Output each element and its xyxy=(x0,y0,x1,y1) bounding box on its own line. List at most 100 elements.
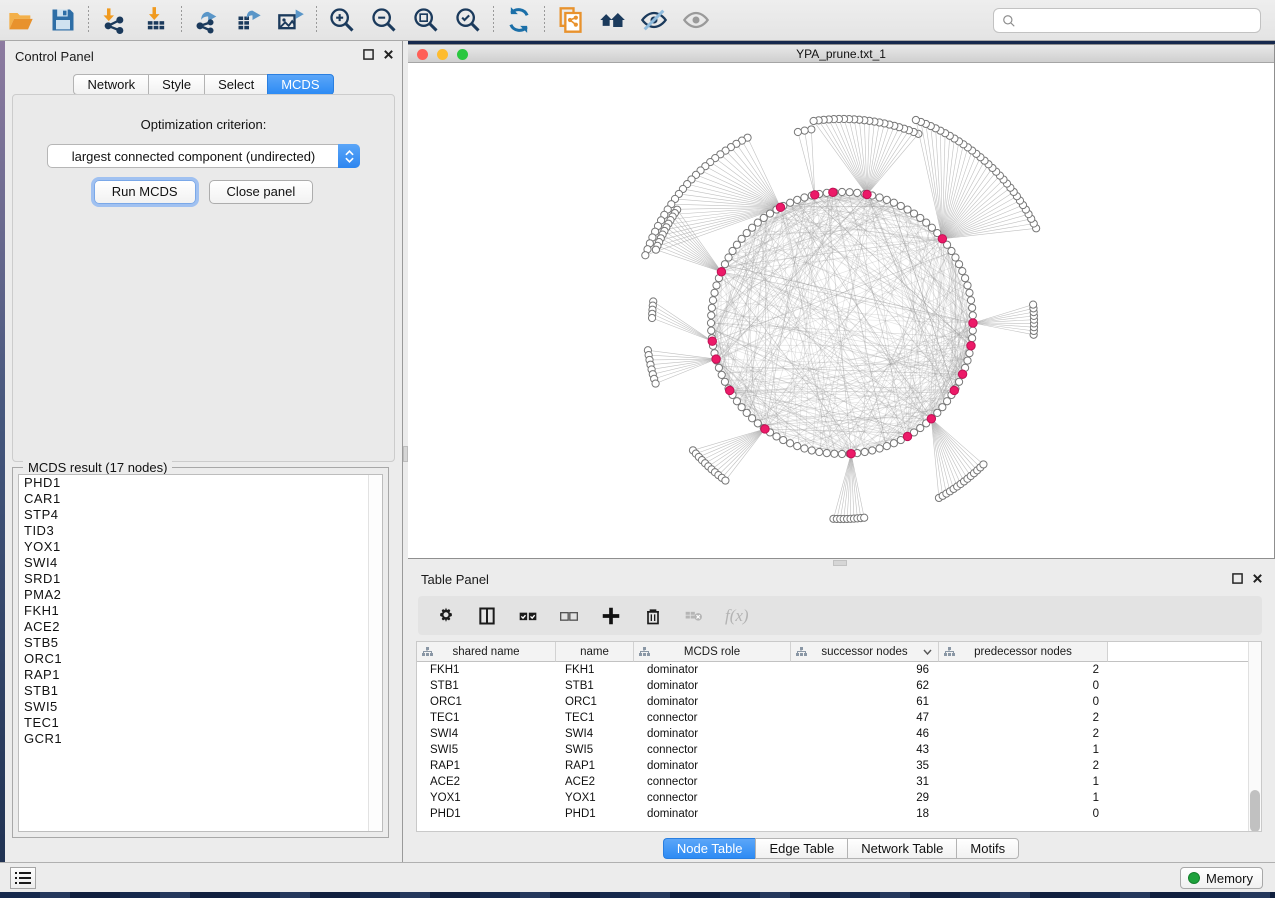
table-scrollbar[interactable] xyxy=(1248,642,1261,831)
splitter-grip[interactable] xyxy=(833,560,847,566)
table-scrollbar-thumb[interactable] xyxy=(1250,790,1260,832)
mcds-result-item[interactable]: TID3 xyxy=(19,523,382,539)
table-cell: FKH1 xyxy=(417,662,556,678)
delete-row-icon[interactable] xyxy=(643,606,663,626)
import-network-button[interactable] xyxy=(93,3,135,37)
task-history-button[interactable] xyxy=(10,867,36,889)
tab-network-table[interactable]: Network Table xyxy=(847,838,956,859)
dropdown-stepper-icon xyxy=(338,144,360,168)
close-window-icon[interactable] xyxy=(417,49,428,60)
zoom-out-button[interactable] xyxy=(363,3,405,37)
mcds-result-item[interactable]: SWI4 xyxy=(19,555,382,571)
mcds-result-item[interactable]: RAP1 xyxy=(19,667,382,683)
criterion-value: largest connected component (undirected) xyxy=(48,149,359,164)
save-button[interactable] xyxy=(42,3,84,37)
table-row[interactable]: TEC1TEC1connector472 xyxy=(417,710,1261,726)
table-cell xyxy=(1108,806,1261,822)
column-header-predecessor-nodes[interactable]: predecessor nodes xyxy=(939,642,1108,662)
criterion-dropdown[interactable]: largest connected component (undirected) xyxy=(47,144,360,168)
column-header-shared-name[interactable]: shared name xyxy=(417,642,556,662)
export-table-button[interactable] xyxy=(228,3,270,37)
homes-icon xyxy=(598,6,626,34)
export-image-button[interactable] xyxy=(270,3,312,37)
table-row[interactable]: ACE2ACE2connector311 xyxy=(417,774,1261,790)
columns-icon[interactable] xyxy=(477,606,497,626)
mcds-list-scrollbar[interactable] xyxy=(368,475,382,831)
table-row[interactable]: SWI5SWI5connector431 xyxy=(417,742,1261,758)
toolbar-separator xyxy=(88,6,89,34)
show-eye-button[interactable] xyxy=(675,3,717,37)
mcds-result-item[interactable]: STB5 xyxy=(19,635,382,651)
mcds-result-item[interactable]: PMA2 xyxy=(19,587,382,603)
column-header-name[interactable]: name xyxy=(556,642,634,662)
tab-motifs[interactable]: Motifs xyxy=(956,838,1019,859)
table-panel-title: Table Panel xyxy=(421,572,489,587)
search-input[interactable] xyxy=(993,8,1261,33)
mcds-result-item[interactable]: STP4 xyxy=(19,507,382,523)
horizontal-splitter[interactable] xyxy=(407,559,1275,567)
table-cell xyxy=(1108,678,1261,694)
zoom-selected-button[interactable] xyxy=(447,3,489,37)
tab-style[interactable]: Style xyxy=(148,74,204,95)
refresh-button[interactable] xyxy=(498,3,540,37)
table-cell: connector xyxy=(634,742,791,758)
tab-mcds[interactable]: MCDS xyxy=(267,74,333,95)
mcds-result-item[interactable]: TEC1 xyxy=(19,715,382,731)
splitter-grip[interactable] xyxy=(403,446,408,462)
close-panel-button[interactable]: Close panel xyxy=(209,180,314,204)
mcds-result-item[interactable]: YOX1 xyxy=(19,539,382,555)
mcds-result-item[interactable]: STB1 xyxy=(19,683,382,699)
network-window-title: YPA_prune.txt_1 xyxy=(796,47,886,61)
network-canvas[interactable] xyxy=(408,64,1274,558)
open-folder-button[interactable] xyxy=(0,3,42,37)
table-row[interactable]: PHD1PHD1dominator180 xyxy=(417,806,1261,822)
table-row[interactable]: YOX1YOX1connector291 xyxy=(417,790,1261,806)
network-window-titlebar[interactable]: YPA_prune.txt_1 xyxy=(408,45,1274,63)
maximize-window-icon[interactable] xyxy=(457,49,468,60)
mcds-result-item[interactable]: GCR1 xyxy=(19,731,382,747)
mcds-result-item[interactable]: SRD1 xyxy=(19,571,382,587)
import-table-button[interactable] xyxy=(135,3,177,37)
mcds-result-item[interactable]: SWI5 xyxy=(19,699,382,715)
zoom-fit-button[interactable] xyxy=(405,3,447,37)
export-network-button[interactable] xyxy=(186,3,228,37)
zoom-in-button[interactable] xyxy=(321,3,363,37)
mcds-result-list[interactable]: PHD1CAR1STP4TID3YOX1SWI4SRD1PMA2FKH1ACE2… xyxy=(18,474,383,832)
mcds-result-item[interactable]: CAR1 xyxy=(19,491,382,507)
toolbar-separator xyxy=(181,6,182,34)
close-panel-icon[interactable] xyxy=(383,49,394,60)
node-table[interactable]: shared namenameMCDS rolesuccessor nodesp… xyxy=(416,641,1262,832)
table-row[interactable]: SWI4SWI4dominator462 xyxy=(417,726,1261,742)
table-row[interactable]: FKH1FKH1dominator962 xyxy=(417,662,1261,678)
network-graph[interactable] xyxy=(408,64,1274,558)
select-all-icon[interactable] xyxy=(518,606,538,626)
table-cell: ORC1 xyxy=(417,694,556,710)
tab-network[interactable]: Network xyxy=(73,74,148,95)
deselect-all-icon[interactable] xyxy=(559,606,579,626)
tab-edge-table[interactable]: Edge Table xyxy=(755,838,847,859)
float-panel-icon[interactable] xyxy=(363,49,374,60)
hide-selected-button[interactable] xyxy=(633,3,675,37)
save-icon xyxy=(49,6,77,34)
tab-select[interactable]: Select xyxy=(204,74,267,95)
mcds-result-item[interactable]: PHD1 xyxy=(19,475,382,491)
float-panel-icon[interactable] xyxy=(1232,573,1243,584)
close-panel-icon[interactable] xyxy=(1252,573,1263,584)
toolbar-separator xyxy=(493,6,494,34)
table-row[interactable]: STB1STB1dominator620 xyxy=(417,678,1261,694)
table-row[interactable]: ORC1ORC1dominator610 xyxy=(417,694,1261,710)
tab-node-table[interactable]: Node Table xyxy=(663,838,756,859)
mcds-result-item[interactable]: FKH1 xyxy=(19,603,382,619)
gear-icon[interactable] xyxy=(436,606,456,626)
column-header-MCDS-role[interactable]: MCDS role xyxy=(634,642,791,662)
show-all-networks-button[interactable] xyxy=(591,3,633,37)
mcds-result-item[interactable]: ORC1 xyxy=(19,651,382,667)
minimize-window-icon[interactable] xyxy=(437,49,448,60)
add-row-icon[interactable] xyxy=(600,605,622,627)
run-mcds-button[interactable]: Run MCDS xyxy=(94,180,196,204)
duplicate-network-button[interactable] xyxy=(549,3,591,37)
memory-button[interactable]: Memory xyxy=(1180,867,1263,889)
mcds-result-item[interactable]: ACE2 xyxy=(19,619,382,635)
table-row[interactable]: RAP1RAP1dominator352 xyxy=(417,758,1261,774)
column-header-successor-nodes[interactable]: successor nodes xyxy=(791,642,939,662)
